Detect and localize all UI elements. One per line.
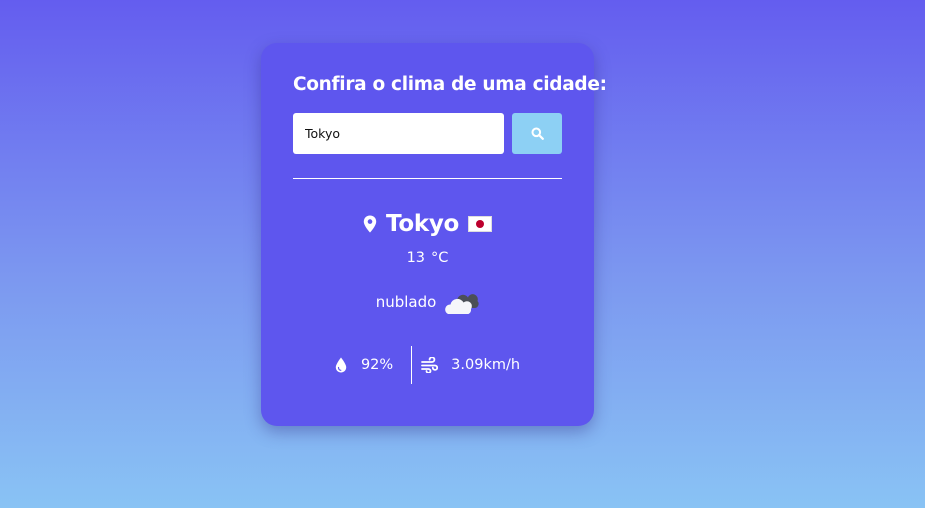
weather-card: Confira o clima de uma cidade: Tokyo 13 °… [261,43,607,426]
city-search-input[interactable] [293,113,504,154]
temperature-unit: °C [431,250,449,266]
temperature: 13 °C [261,250,594,266]
wind-icon [421,357,439,373]
location-pin-icon [363,215,377,233]
city-name: Tokyo [385,211,460,237]
weather-details: 92% 3.09km/h [261,345,594,385]
section-divider [293,178,562,179]
wind-speed-value: 3.09km/h [451,357,521,373]
weather-description-row: nublado [261,288,594,316]
search-button[interactable] [512,113,562,154]
weather-description: nublado [375,293,437,311]
wind: 3.09km/h [412,357,520,373]
search-icon [531,127,544,140]
humidity-value: 92% [360,357,394,373]
water-drop-icon [335,357,347,373]
card-title: Confira o clima de uma cidade: [293,74,607,95]
japan-flag-icon [468,216,493,232]
humidity: 92% [335,357,411,373]
temperature-value: 13 [406,250,426,266]
city-header: Tokyo [261,211,594,237]
cloud-icon [445,294,479,314]
